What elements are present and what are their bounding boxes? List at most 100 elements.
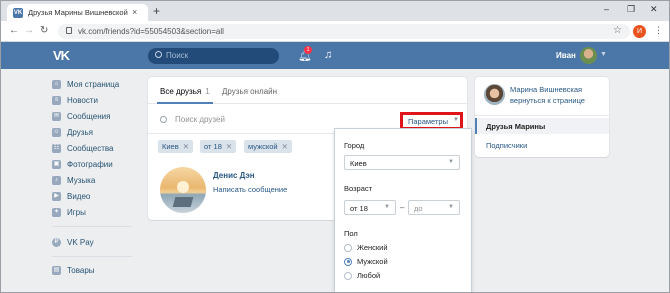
forward-icon[interactable]: → — [24, 25, 34, 36]
sidebar-divider — [52, 256, 132, 257]
back-icon[interactable]: ← — [9, 25, 19, 36]
close-icon[interactable]: ✕ — [183, 142, 189, 151]
user-avatar[interactable] — [580, 47, 597, 64]
sidebar-divider — [52, 226, 132, 227]
music-icon[interactable]: ♫ — [324, 49, 332, 61]
maximize-icon[interactable]: ❐ — [627, 4, 635, 15]
chevron-down-icon: ▼ — [453, 117, 459, 123]
sidebar-item-messages[interactable]: ✉ Сообщения — [52, 109, 110, 123]
owner-panel: Марина Вишневская вернуться к странице Д… — [475, 77, 609, 157]
friends-icon: ☺ — [52, 127, 61, 137]
sidebar-item-label: Музыка — [67, 175, 96, 185]
active-tab-underline — [157, 102, 213, 104]
sidebar-item-music[interactable]: ♪ Музыка — [52, 173, 95, 187]
bookmark-star-icon[interactable]: ☆ — [613, 25, 622, 36]
window-close-icon[interactable]: ✕ — [650, 4, 658, 15]
radio-label: Любой — [357, 271, 381, 280]
sidebar-item-label: Товары — [67, 265, 95, 275]
sidebar-item-communities[interactable]: ☷ Сообщества — [52, 141, 113, 155]
minimize-icon[interactable]: – — [604, 4, 609, 14]
sidebar-item-label: Друзья — [67, 127, 93, 137]
age-to-value: до — [414, 204, 423, 213]
goods-icon: ▤ — [52, 265, 61, 275]
filter-chip-label: Киев — [162, 142, 179, 151]
age-range-dash: – — [400, 203, 405, 212]
header-search-input[interactable]: Поиск — [148, 48, 279, 64]
photos-icon: ▣ — [52, 159, 61, 169]
filter-chip-label: от 18 — [204, 142, 222, 151]
browser-tab[interactable]: VK Друзья Марины Вишневской – × — [7, 4, 148, 22]
age-label: Возраст — [344, 184, 373, 193]
gender-radio-female[interactable]: Женский — [344, 243, 388, 252]
vk-header: VK Поиск 🔔︎ 1 ♫ Иван ▼ — [0, 42, 670, 69]
sidebar-item-my-page[interactable]: ⌂ Моя страница — [52, 77, 119, 91]
video-icon: ▶ — [52, 191, 61, 201]
write-message-link[interactable]: Написать сообщение — [213, 185, 287, 194]
reload-icon[interactable]: ↻ — [40, 25, 48, 36]
back-to-page-link[interactable]: вернуться к странице — [510, 96, 585, 105]
radio-label: Мужской — [357, 257, 388, 266]
age-to-select[interactable]: до ▼ — [408, 200, 460, 215]
chevron-down-icon: ▼ — [448, 204, 454, 210]
friends-search-input[interactable]: Поиск друзей — [175, 115, 225, 124]
url-field[interactable]: vk.com/friends?id=55054503&section=all ☆ — [58, 24, 630, 39]
new-tab-icon[interactable]: + — [153, 4, 160, 18]
friends-tabs: Все друзья 1 Друзья онлайн — [148, 77, 467, 104]
filter-chip-label: мужской — [248, 142, 278, 151]
news-icon: ≡ — [52, 95, 61, 105]
gender-label: Пол — [344, 229, 358, 238]
sidebar-item-label: VK Pay — [67, 237, 94, 247]
radio-circle — [344, 271, 352, 280]
header-username[interactable]: Иван — [556, 51, 576, 60]
filter-chip-age[interactable]: от 18 ✕ — [200, 140, 237, 153]
parameters-dropdown: Город Киев ▼ Возраст от 18 ▼ – до ▼ Пол … — [334, 128, 472, 293]
owner-avatar[interactable] — [484, 84, 505, 105]
sidebar-item-photos[interactable]: ▣ Фотографии — [52, 157, 113, 171]
menu-item-subscribers[interactable]: Подписчики — [486, 141, 527, 150]
gender-radio-male[interactable]: Мужской — [344, 257, 388, 266]
gender-radio-any[interactable]: Любой — [344, 271, 380, 280]
home-icon: ⌂ — [52, 79, 61, 89]
notification-badge: 1 — [304, 46, 312, 54]
browser-menu-icon[interactable]: ⋮ — [654, 25, 663, 36]
sidebar-item-video[interactable]: ▶ Видео — [52, 189, 90, 203]
tab-all-friends[interactable]: Все друзья 1 — [160, 87, 210, 96]
radio-circle-selected — [344, 257, 352, 266]
search-icon — [155, 51, 162, 58]
tab-close-icon[interactable]: × — [132, 7, 137, 17]
sidebar-item-vkpay[interactable]: ₽ VK Pay — [52, 235, 94, 249]
close-icon[interactable]: ✕ — [282, 142, 288, 151]
age-from-select[interactable]: от 18 ▼ — [344, 200, 396, 215]
sidebar-item-label: Игры — [67, 207, 86, 217]
menu-item-owner-friends[interactable]: Друзья Марины — [475, 118, 609, 134]
search-icon — [160, 116, 167, 123]
url-text: vk.com/friends?id=55054503&section=all — [78, 27, 224, 36]
owner-panel-divider — [475, 115, 609, 116]
communities-icon: ☷ — [52, 143, 61, 153]
sidebar-item-goods[interactable]: ▤ Товары — [52, 263, 95, 277]
chevron-down-icon[interactable]: ▼ — [600, 51, 607, 58]
close-icon[interactable]: ✕ — [226, 142, 232, 151]
city-select[interactable]: Киев ▼ — [344, 155, 460, 170]
friend-avatar[interactable] — [160, 167, 206, 213]
filter-chip-gender[interactable]: мужской ✕ — [244, 140, 292, 153]
lock-icon — [66, 27, 72, 34]
sidebar-item-friends[interactable]: ☺ Друзья — [52, 125, 93, 139]
vk-logo-icon[interactable]: VK — [53, 48, 70, 63]
chevron-down-icon: ▼ — [384, 204, 390, 210]
header-search-placeholder: Поиск — [166, 51, 189, 60]
sidebar-item-label: Моя страница — [67, 79, 120, 89]
tab-friends-online[interactable]: Друзья онлайн — [222, 87, 277, 96]
tab-all-friends-label: Все друзья — [160, 87, 202, 96]
sidebar-item-games[interactable]: ✦ Игры — [52, 205, 86, 219]
friend-name-link[interactable]: Денис Дэн — [213, 171, 255, 180]
music-icon: ♪ — [52, 175, 61, 185]
browser-profile-avatar[interactable]: И — [633, 25, 646, 38]
owner-name-link[interactable]: Марина Вишневская — [510, 85, 582, 94]
vk-favicon-icon: VK — [13, 8, 23, 18]
radio-label: Женский — [357, 243, 388, 252]
sidebar-item-news[interactable]: ≡ Новости — [52, 93, 98, 107]
sidebar-item-label: Фотографии — [67, 159, 113, 169]
parameters-button-label: Параметры — [408, 117, 448, 126]
filter-chip-city[interactable]: Киев ✕ — [158, 140, 194, 153]
